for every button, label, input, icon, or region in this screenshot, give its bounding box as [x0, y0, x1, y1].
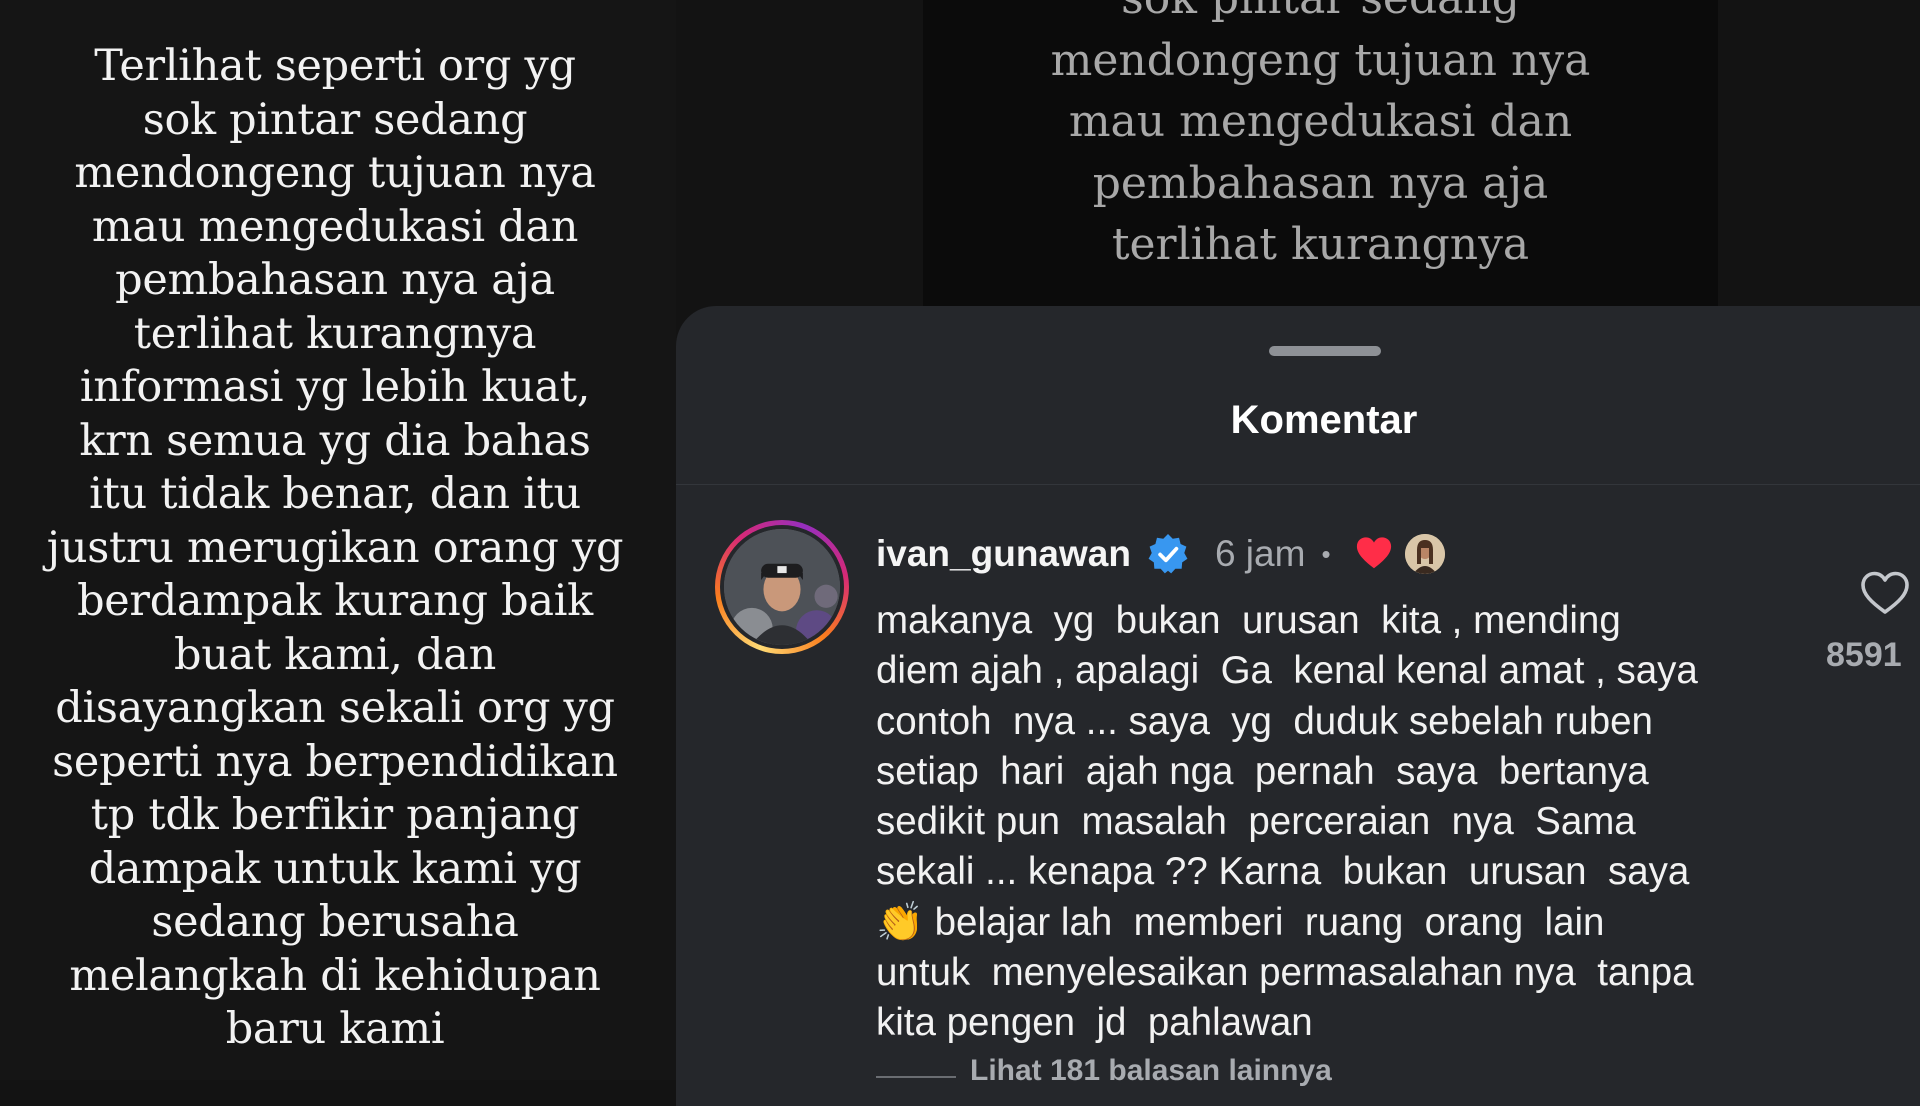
comment-line: 👏 belajar lah memberi ruang orang lain [876, 900, 1605, 944]
story-line: tp tdk berfikir panjang [90, 790, 580, 840]
background-story-line: sok pintar sedang [923, 0, 1718, 30]
comment-line: kita pengen jd pahlawan [876, 1001, 1313, 1045]
story-line: melangkah di kehidupan [69, 950, 601, 1001]
story-line: informasi yg lebih kuat, [79, 362, 591, 412]
comment-line: makanya yg bukan urusan kita , mending [876, 599, 1621, 642]
avatar-photo [724, 529, 840, 645]
comment-line: setiap hari ajah nga pernah saya bertany… [876, 749, 1649, 793]
avatar[interactable] [715, 520, 849, 654]
story-line: sedang berusaha [151, 897, 519, 947]
background-story-line: pembahasan nya aja [1092, 157, 1549, 209]
comment-timestamp: 6 jam [1214, 533, 1306, 574]
comments-sheet: Komentar ivan_gunawan 6 jam • makanya yg… [676, 306, 1920, 1106]
story-line: mendongeng tujuan nya [74, 148, 596, 198]
verified-badge-icon [1147, 533, 1189, 575]
separator-dot: • [1321, 538, 1331, 569]
comment-line: contoh nya ... saya yg duduk sebelah rub… [876, 699, 1653, 743]
like-count: 8591 [1826, 636, 1902, 674]
story-line: krn semua yg dia bahas [79, 415, 591, 466]
story-line: dampak untuk kami yg [88, 843, 582, 894]
background-story-text: sok pintar sedang mendongeng tujuan nya … [923, 0, 1718, 276]
story-panel: Terlihat seperti org yg sok pintar sedan… [0, 0, 676, 1080]
story-line: terlihat kurangnya [133, 308, 537, 359]
background-story-line: mau mengedukasi dan [1068, 96, 1573, 147]
story-line: sok pintar sedang [142, 94, 528, 145]
story-line: itu tidak benar, dan itu [89, 469, 581, 519]
comment-header: ivan_gunawan 6 jam • [876, 524, 1445, 584]
heart-outline-icon[interactable] [1860, 570, 1910, 616]
story-line: berdampak kurang baik [77, 576, 593, 626]
story-line: baru kami [225, 1004, 445, 1054]
story-line: buat kami, dan [173, 629, 497, 680]
background-story-line: terlihat kurangnya [1111, 219, 1530, 270]
story-line: seperti nya berpendidikan [52, 736, 618, 787]
comment-text: makanya yg bukan urusan kita , mending d… [876, 596, 1806, 1049]
story-line: pembahasan nya aja [115, 255, 555, 305]
comment-line: diem ajah , apalagi Ga kenal kenal amat … [876, 649, 1698, 693]
red-heart-icon [1355, 535, 1393, 573]
comment-item: ivan_gunawan 6 jam • makanya yg bukan ur… [676, 306, 1920, 1106]
username-link[interactable]: ivan_gunawan [876, 533, 1131, 575]
background-story-line: mendongeng tujuan nya [1050, 34, 1591, 86]
story-line: disayangkan sekali org yg [55, 683, 615, 733]
replies-divider [876, 1076, 956, 1078]
view-replies-button[interactable]: Lihat 181 balasan lainnya [970, 1054, 1332, 1088]
background-story: sok pintar sedang mendongeng tujuan nya … [923, 0, 1718, 320]
comment-line: untuk menyelesaikan permasalahan nya tan… [876, 951, 1694, 995]
creator-avatar [1404, 534, 1445, 574]
story-line: Terlihat seperti org yg [94, 41, 576, 91]
story-text: Terlihat seperti org yg sok pintar sedan… [40, 40, 630, 1057]
story-line: mau mengedukasi dan [91, 201, 579, 252]
comment-line: sedikit pun masalah perceraian nya Sama [876, 800, 1636, 844]
comment-line: sekali ... kenapa ?? Karna bukan urusan … [876, 850, 1690, 894]
story-line: justru merugikan orang yg [46, 522, 624, 573]
